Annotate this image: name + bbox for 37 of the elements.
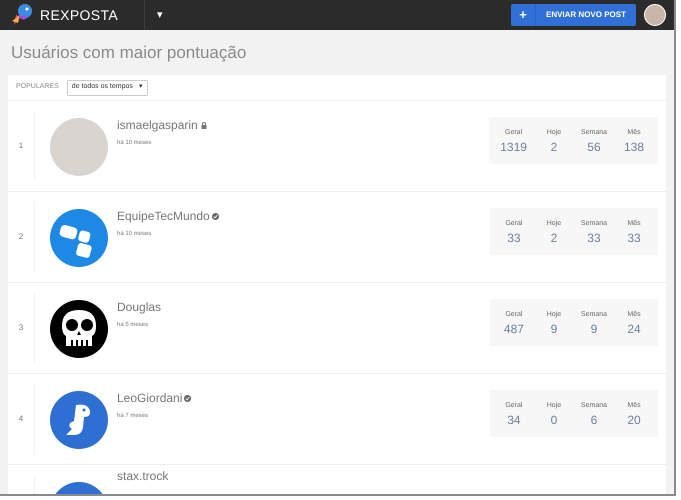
stat-value: 20 [627, 412, 641, 428]
stat-value: 487 [504, 320, 524, 336]
verified-check-icon [184, 394, 192, 402]
post-button[interactable]: + ENVIAR NOVO POST [510, 4, 636, 26]
stat-value: 9 [550, 320, 558, 336]
stat-value: 2 [550, 138, 558, 154]
rank-number: 2 [18, 231, 24, 243]
stat-value: 24 [627, 320, 641, 336]
rank-number: 1 [18, 140, 24, 152]
stat-value: 6 [590, 412, 598, 428]
username-link[interactable]: stax.trock [117, 468, 168, 484]
stat-value: 33 [587, 230, 601, 246]
dinosaur-icon [50, 391, 108, 449]
stat-value: 34 [507, 412, 521, 428]
rank-number: 3 [18, 322, 24, 334]
stat-value: 56 [587, 138, 601, 154]
tiles-logo-icon [50, 209, 108, 267]
username-link[interactable]: LeoGiordani [117, 390, 182, 406]
plus-icon: + [510, 5, 535, 25]
stat-value: 33 [507, 230, 521, 246]
stat-value: 9 [590, 320, 598, 336]
verified-check-icon [212, 212, 219, 220]
stat-value: 1319 [500, 138, 527, 154]
user-avatar[interactable] [644, 4, 666, 26]
logo-text[interactable]: REXPOSTA [40, 4, 118, 26]
username-link[interactable]: ismaelgasparin [117, 117, 198, 133]
stat-value: 33 [627, 230, 641, 246]
page-title: Usuários com maior pontuação [11, 42, 246, 64]
username-link[interactable]: Douglas [117, 299, 162, 315]
username-link[interactable]: EquipeTecMundo [117, 208, 210, 224]
lock-icon [200, 122, 207, 128]
dropdown-toggle[interactable]: ▾ [155, 6, 166, 24]
stat-value: 2 [550, 230, 558, 246]
rank-number: 4 [18, 413, 24, 425]
skull-icon [50, 300, 108, 358]
stat-value: 0 [550, 412, 558, 428]
stat-value: 138 [624, 138, 644, 154]
